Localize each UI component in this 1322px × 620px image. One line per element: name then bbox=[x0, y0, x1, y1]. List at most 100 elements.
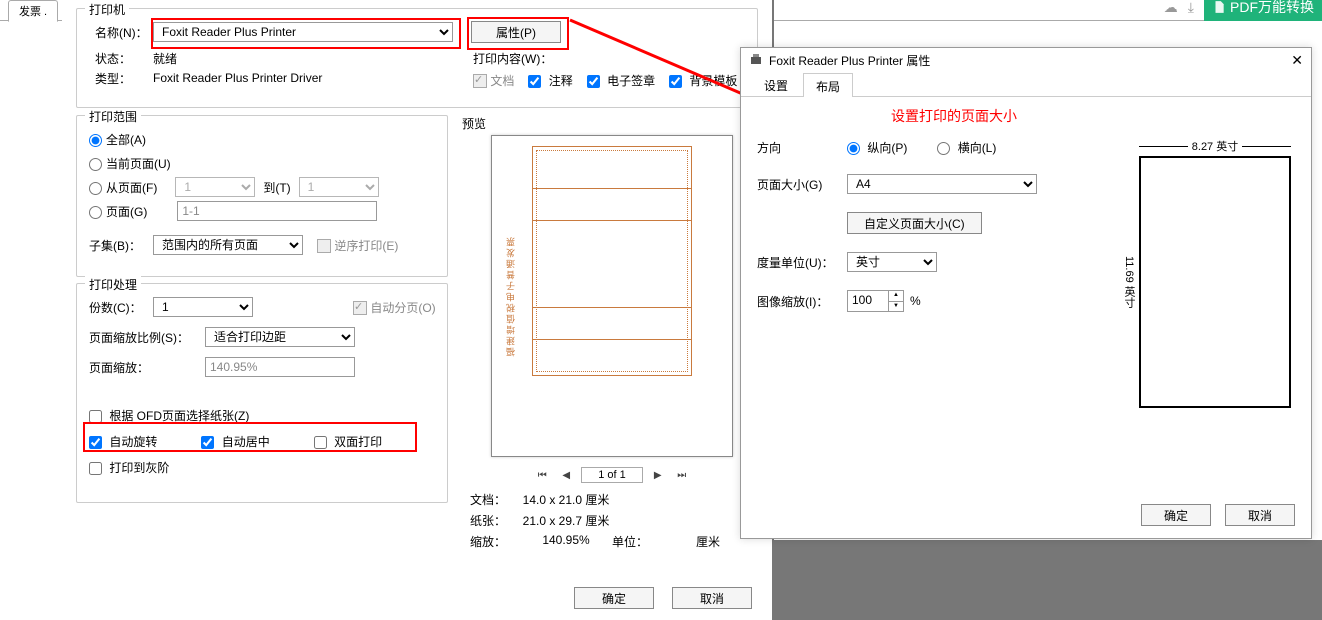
print-range-group: 打印范围 全部(A) 当前页面(U) 从页面(F) 1 到(T) 1 页面(G)… bbox=[76, 115, 448, 277]
range-to-val: 1 bbox=[299, 177, 379, 197]
preview-panel: 福建增值税电子普通发票 ⏮ ◀ 1 of 1 ▶ ⏭ 文档： 14.0 x 21… bbox=[462, 115, 762, 550]
scale-value bbox=[205, 357, 355, 377]
range-all[interactable]: 全部(A) bbox=[89, 131, 146, 148]
info-paper-size: 21.0 x 29.7 厘米 bbox=[520, 512, 612, 529]
printer-type-value: Foxit Reader Plus Printer Driver bbox=[153, 71, 322, 85]
prop-ok-button[interactable]: 确定 bbox=[1141, 504, 1211, 526]
spinner-up-icon[interactable]: ▲ bbox=[889, 291, 903, 302]
orientation-landscape[interactable]: 横向(L) bbox=[937, 139, 996, 156]
prop-tabs: 设置 布局 bbox=[741, 72, 1311, 97]
print-handling-group: 打印处理 份数(C)： 1 自动分页(O) 页面缩放比例(S)： 适合打印边距 … bbox=[76, 283, 448, 503]
spinner-down-icon[interactable]: ▼ bbox=[889, 302, 903, 312]
printer-type-label: 类型： bbox=[95, 70, 153, 87]
scale-label: 页面缩放： bbox=[89, 359, 205, 376]
image-scale-input[interactable] bbox=[848, 291, 888, 309]
printer-properties-dialog: Foxit Reader Plus Printer 属性 ✕ 设置 布局 设置打… bbox=[740, 47, 1312, 539]
info-paper-label: 纸张： bbox=[470, 512, 520, 529]
preview-info: 文档： 14.0 x 21.0 厘米 纸张： 21.0 x 29.7 厘米 缩放… bbox=[470, 491, 754, 550]
info-doc-size: 14.0 x 21.0 厘米 bbox=[520, 491, 612, 508]
info-zoom-val: 140.95% bbox=[520, 533, 612, 550]
pdf-icon bbox=[1212, 0, 1226, 14]
cancel-button[interactable]: 取消 bbox=[672, 587, 752, 609]
nav-last-icon[interactable]: ⏭ bbox=[673, 467, 691, 483]
auto-rotate[interactable]: 自动旋转 bbox=[89, 433, 157, 450]
range-from-val: 1 bbox=[175, 177, 255, 197]
printer-legend: 打印机 bbox=[85, 1, 129, 18]
range-current[interactable]: 当前页面(U) bbox=[89, 155, 171, 172]
grayscale[interactable]: 打印到灰阶 bbox=[89, 459, 169, 476]
image-scale-spinner[interactable]: ▲▼ bbox=[847, 290, 904, 312]
range-legend: 打印范围 bbox=[85, 108, 141, 125]
copies-select[interactable]: 1 bbox=[153, 297, 253, 317]
cb-annotation[interactable]: 注释 bbox=[528, 72, 572, 89]
range-from[interactable]: 从页面(F) bbox=[89, 179, 157, 196]
printer-properties-button[interactable]: 属性(P) bbox=[471, 21, 561, 43]
range-pages-input bbox=[177, 201, 377, 221]
nav-prev-icon[interactable]: ◀ bbox=[557, 467, 575, 483]
printer-name-select[interactable]: Foxit Reader Plus Printer bbox=[153, 22, 453, 42]
measure-unit-label: 度量单位(U)： bbox=[757, 254, 847, 271]
cb-background[interactable]: 背景模板 bbox=[669, 72, 737, 89]
page-dimension-preview: 8.27 英寸 11.69 英寸 bbox=[1121, 138, 1291, 408]
subset-select[interactable]: 范围内的所有页面 bbox=[153, 235, 303, 255]
copies-label: 份数(C)： bbox=[89, 299, 153, 316]
measure-unit-select[interactable]: 英寸 bbox=[847, 252, 937, 272]
duplex[interactable]: 双面打印 bbox=[314, 433, 382, 450]
printer-name-label: 名称(N)： bbox=[95, 24, 153, 41]
orientation-portrait[interactable]: 纵向(P) bbox=[847, 139, 907, 156]
image-scale-pct: % bbox=[910, 294, 921, 308]
info-zoom-label: 缩放： bbox=[470, 533, 520, 550]
top-right-toolbar: ☁ ⤓ PDF万能转换 bbox=[1164, 0, 1322, 17]
dim-width: 8.27 英寸 bbox=[1139, 138, 1291, 154]
prop-titlebar: Foxit Reader Plus Printer 属性 ✕ bbox=[741, 48, 1311, 72]
reverse-print: 逆序打印(E) bbox=[317, 237, 398, 254]
range-to-label: 到(T) bbox=[263, 179, 290, 196]
preview-invoice-title: 福建增值税电子普通发票 bbox=[504, 236, 517, 357]
pdf-convert-button[interactable]: PDF万能转换 bbox=[1204, 0, 1322, 21]
prop-cancel-button[interactable]: 取消 bbox=[1225, 504, 1295, 526]
nav-next-icon[interactable]: ▶ bbox=[649, 467, 667, 483]
handling-legend: 打印处理 bbox=[85, 276, 141, 293]
tab-settings[interactable]: 设置 bbox=[751, 72, 801, 96]
range-pages[interactable]: 页面(G) bbox=[89, 203, 147, 220]
cloud-icon[interactable]: ☁ bbox=[1164, 0, 1178, 16]
page-size-select[interactable]: A4 bbox=[847, 174, 1037, 194]
tab-layout[interactable]: 布局 bbox=[803, 73, 853, 97]
auto-center[interactable]: 自动居中 bbox=[201, 433, 269, 450]
info-unit-label: 单位： bbox=[612, 533, 662, 550]
page-rect bbox=[1139, 156, 1291, 408]
close-icon[interactable]: ✕ bbox=[1291, 52, 1303, 69]
ok-button[interactable]: 确定 bbox=[574, 587, 654, 609]
collate: 自动分页(O) bbox=[353, 299, 436, 316]
scale-type-label: 页面缩放比例(S)： bbox=[89, 329, 205, 346]
document-tab[interactable]: 发票 . bbox=[8, 0, 58, 22]
info-doc-label: 文档： bbox=[470, 491, 520, 508]
image-scale-label: 图像缩放(I)： bbox=[757, 293, 847, 310]
orientation-label: 方向 bbox=[757, 139, 847, 156]
download-icon[interactable]: ⤓ bbox=[1188, 0, 1194, 16]
print-content-label: 打印内容(W)： bbox=[473, 50, 552, 67]
ofd-paper[interactable]: 根据 OFD页面选择纸张(Z) bbox=[89, 407, 249, 424]
prop-title-text: Foxit Reader Plus Printer 属性 bbox=[769, 52, 930, 69]
nav-first-icon[interactable]: ⏮ bbox=[533, 467, 551, 483]
page-size-label: 页面大小(G) bbox=[757, 176, 847, 193]
printer-status-label: 状态： bbox=[95, 50, 153, 67]
preview-page: 福建增值税电子普通发票 bbox=[491, 135, 733, 457]
scale-type-select[interactable]: 适合打印边距 bbox=[205, 327, 355, 347]
cb-esignature[interactable]: 电子签章 bbox=[587, 72, 655, 89]
printer-group: 打印机 名称(N)： Foxit Reader Plus Printer 属性(… bbox=[76, 8, 758, 108]
print-dialog: 打印机 名称(N)： Foxit Reader Plus Printer 属性(… bbox=[62, 0, 774, 619]
custom-page-size-button[interactable]: 自定义页面大小(C) bbox=[847, 212, 982, 234]
printer-icon bbox=[749, 53, 763, 67]
dim-height: 11.69 英寸 bbox=[1121, 156, 1137, 408]
prop-buttons: 确定 取消 bbox=[1141, 504, 1295, 526]
pdf-convert-label: PDF万能转换 bbox=[1230, 0, 1314, 17]
cb-document: 文档 bbox=[473, 72, 514, 89]
preview-content bbox=[532, 146, 692, 376]
printer-status-value: 就绪 bbox=[153, 50, 177, 67]
subset-label: 子集(B)： bbox=[89, 237, 153, 254]
dialog-buttons: 确定 取消 bbox=[574, 587, 752, 609]
bg-strip bbox=[772, 540, 1322, 620]
page-indicator: 1 of 1 bbox=[581, 467, 643, 483]
preview-nav: ⏮ ◀ 1 of 1 ▶ ⏭ bbox=[462, 467, 762, 483]
